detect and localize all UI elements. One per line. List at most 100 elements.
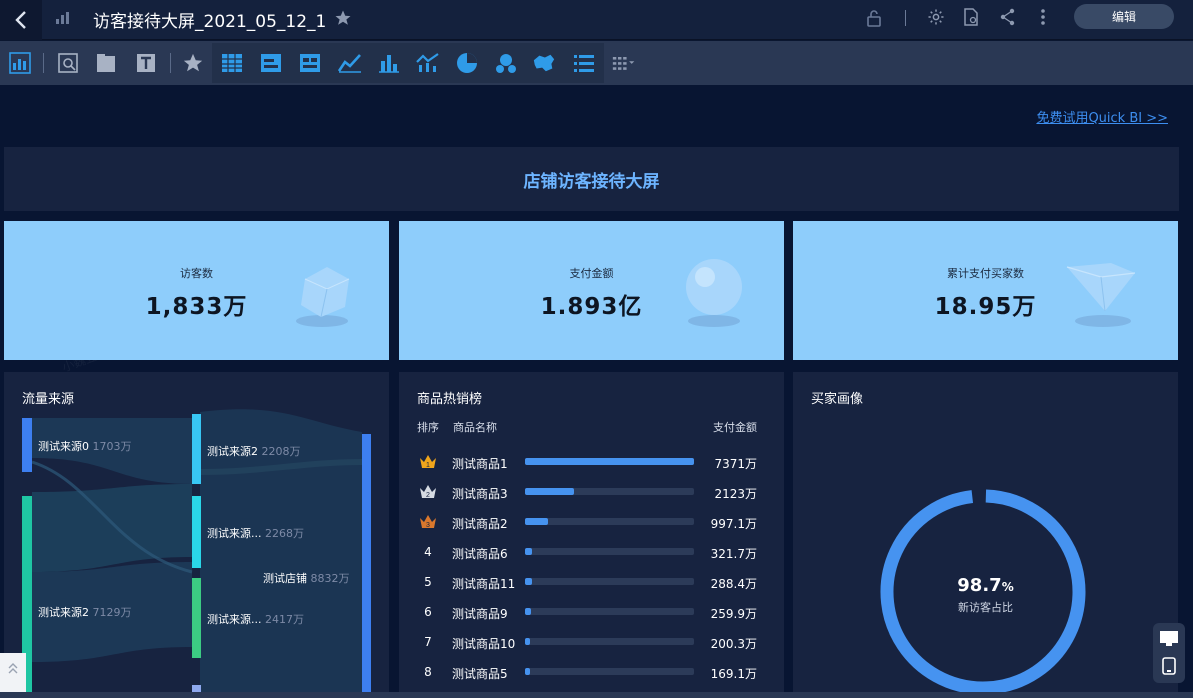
ranking-row[interactable]: 1 测试商品1 7371万 — [399, 447, 784, 477]
bar-chart-small-icon — [56, 12, 69, 24]
kpi-card-visitors[interactable]: 访客数 1,833万 — [4, 221, 389, 360]
kpi-card-buyers[interactable]: 累计支付买家数 18.95万 — [793, 221, 1178, 360]
product-name: 测试商品10 — [452, 637, 516, 651]
map-chart-icon[interactable] — [532, 51, 556, 75]
dashboard-title: 店铺访客接待大屏 — [523, 171, 660, 192]
more-vertical-icon[interactable] — [1038, 8, 1048, 26]
document-settings-icon[interactable] — [963, 8, 979, 26]
ranking-row[interactable]: 5 测试商品11 288.4万 — [399, 567, 784, 597]
kpi-label: 支付金额 — [569, 267, 614, 280]
sankey-node[interactable] — [362, 434, 371, 698]
rank-number: 6 — [424, 605, 432, 619]
product-name: 测试商品5 — [452, 667, 508, 681]
column-header-amount: 支付金额 — [713, 421, 757, 434]
sankey-label: 测试来源... 2268万 — [207, 527, 304, 540]
crown-icon: 2 — [420, 485, 436, 499]
crown-icon: 1 — [420, 455, 436, 469]
column-header-name: 商品名称 — [453, 421, 497, 434]
product-name: 测试商品11 — [452, 577, 516, 591]
mobile-icon[interactable] — [1162, 657, 1176, 675]
sankey-node[interactable] — [192, 496, 201, 568]
bottom-strip — [0, 692, 1193, 698]
amount-bar-track — [525, 578, 694, 585]
donut-percent: 98.7% — [957, 575, 1014, 596]
component-toolbar — [0, 41, 1193, 85]
ranking-row[interactable]: 6 测试商品9 259.9万 — [399, 597, 784, 627]
indicator-card-icon[interactable] — [259, 51, 283, 75]
ranking-row[interactable]: 7 测试商品10 200.3万 — [399, 627, 784, 657]
kpi-card-payment[interactable]: 支付金额 1.893亿 — [399, 221, 784, 360]
bubble-chart-icon[interactable] — [494, 51, 518, 75]
pie-chart-icon[interactable] — [455, 51, 479, 75]
amount-bar-fill — [525, 458, 694, 465]
rank-number: 7 — [424, 635, 432, 649]
amount-bar-track — [525, 638, 694, 645]
combo-chart-icon[interactable] — [416, 51, 440, 75]
crown-icon: 3 — [420, 515, 436, 529]
product-amount: 169.1万 — [710, 667, 757, 681]
sankey-node[interactable] — [22, 418, 32, 472]
buyer-portrait-panel: 买家画像 98.7% 新访客占比 — [793, 372, 1178, 698]
line-chart-icon[interactable] — [338, 51, 362, 75]
gear-icon[interactable] — [927, 8, 945, 26]
device-switcher — [1153, 623, 1185, 683]
donut-label: 新访客占比 — [958, 601, 1013, 614]
sankey-diagram — [22, 409, 371, 698]
star-icon[interactable] — [334, 9, 352, 27]
product-amount: 7371万 — [714, 457, 757, 471]
ranking-row[interactable]: 8 测试商品5 169.1万 — [399, 657, 784, 687]
rank-number: 4 — [424, 545, 432, 559]
favorite-star-icon[interactable] — [181, 51, 205, 75]
product-amount: 288.4万 — [710, 577, 757, 591]
table-chart-icon[interactable] — [220, 51, 244, 75]
tab-container-icon[interactable] — [94, 51, 118, 75]
list-chart-icon[interactable] — [572, 51, 596, 75]
rank-number: 5 — [424, 575, 432, 589]
column-header-rank: 排序 — [417, 421, 439, 434]
dashboard-canvas: 小魏豆518476 小魏豆518476 小魏豆518476 小魏豆518476 … — [0, 85, 1193, 698]
sankey-label: 测试来源2 2208万 — [207, 445, 301, 458]
product-amount: 200.3万 — [710, 637, 757, 651]
product-amount: 997.1万 — [710, 517, 757, 531]
lock-icon[interactable] — [866, 9, 882, 27]
kpi-value: 1.893亿 — [540, 294, 643, 320]
divider — [905, 10, 906, 26]
rank-number: 8 — [424, 665, 432, 679]
amount-bar-track — [525, 488, 694, 495]
edit-button[interactable]: 编辑 — [1074, 4, 1174, 29]
product-amount: 259.9万 — [710, 607, 757, 621]
desktop-icon[interactable] — [1159, 630, 1179, 648]
kpi-value: 18.95万 — [934, 294, 1037, 320]
ranking-row[interactable]: 2 测试商品3 2123万 — [399, 477, 784, 507]
svg-text:3: 3 — [426, 522, 430, 529]
sankey-node[interactable] — [192, 578, 201, 658]
sankey-node[interactable] — [192, 414, 201, 484]
chevron-left-icon — [15, 11, 26, 29]
product-name: 测试商品2 — [452, 517, 508, 531]
amount-bar-fill — [525, 578, 532, 585]
amount-bar-track — [525, 608, 694, 615]
hot-products-panel: 商品热销榜 排序 商品名称 支付金额 1 测试商品1 7371万 2 测试商品3 2123… — [399, 372, 784, 698]
back-button[interactable] — [0, 0, 42, 40]
traffic-source-panel: 流量来源 测试来源0 1703万 测试来源2 7129万 测试来源2 2208万… — [4, 372, 389, 698]
product-amount: 321.7万 — [710, 547, 757, 561]
dashboard-icon[interactable] — [8, 51, 32, 75]
amount-bar-fill — [525, 548, 533, 555]
kpi-label: 累计支付买家数 — [947, 267, 1024, 280]
free-trial-link[interactable]: 免费试用Quick BI >> — [1036, 107, 1168, 126]
ranking-row[interactable]: 3 测试商品2 997.1万 — [399, 507, 784, 537]
share-icon[interactable] — [1000, 8, 1016, 26]
ranking-row[interactable]: 4 测试商品6 321.7万 — [399, 537, 784, 567]
more-charts-grid-icon[interactable] — [612, 51, 636, 75]
bar-chart-icon[interactable] — [377, 51, 401, 75]
text-component-icon[interactable] — [134, 51, 158, 75]
query-control-icon[interactable] — [56, 51, 80, 75]
page-title: 访客接待大屏_2021_05_12_1 — [93, 12, 327, 32]
panel-title: 买家画像 — [811, 392, 864, 407]
sankey-label: 测试来源0 1703万 — [38, 440, 132, 453]
toolbar-divider — [170, 53, 171, 73]
amount-bar-fill — [525, 608, 531, 615]
product-name: 测试商品6 — [452, 547, 508, 561]
kpi-board-icon[interactable] — [298, 51, 322, 75]
amount-bar-fill — [525, 518, 548, 525]
